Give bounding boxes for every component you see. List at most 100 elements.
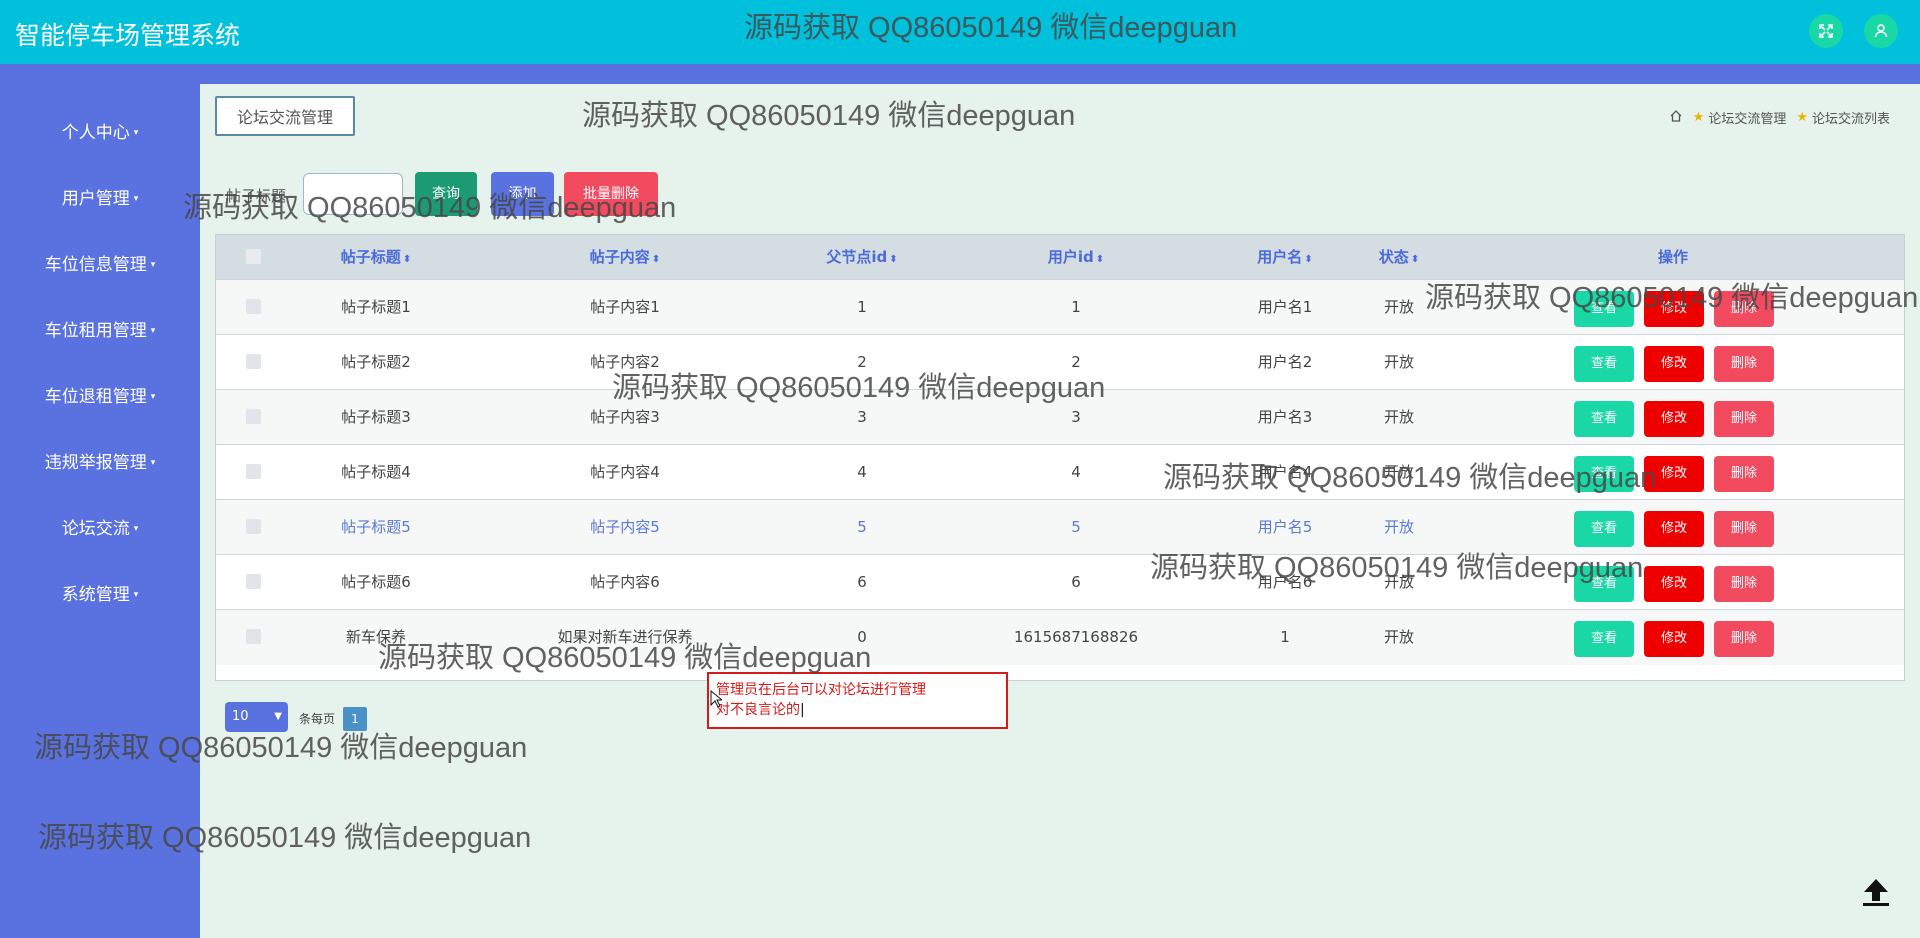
edit-button[interactable]: 修改 <box>1644 291 1704 327</box>
section-tag: 论坛交流管理 <box>215 96 355 136</box>
edit-button[interactable]: 修改 <box>1644 456 1704 492</box>
chevron-down-icon: ▾ <box>150 326 156 336</box>
cell-parent-id: 1 <box>857 298 867 316</box>
annotation-box[interactable]: 管理员在后台可以对论坛进行管理 对不良言论的| <box>707 672 1008 729</box>
delete-button[interactable]: 删除 <box>1714 621 1774 657</box>
cell-username: 用户名6 <box>1257 573 1313 591</box>
page-size-select[interactable]: 10 ▼ <box>225 702 288 732</box>
sidebar-item-space-rental[interactable]: 车位租用管理 ▾ <box>0 311 200 351</box>
sidebar-item-personal-center[interactable]: 个人中心 ▾ <box>0 113 200 153</box>
view-button[interactable]: 查看 <box>1574 621 1634 657</box>
per-page-label: 条每页 <box>299 712 336 726</box>
sidebar-item-space-return[interactable]: 车位退租管理 ▾ <box>0 377 200 417</box>
edit-button[interactable]: 修改 <box>1644 621 1704 657</box>
sidebar-item-label: 违规举报管理 <box>44 453 147 473</box>
fullscreen-icon[interactable] <box>1809 14 1843 48</box>
cell-parent-id: 5 <box>857 518 867 536</box>
cell-user-id: 2 <box>1071 353 1081 371</box>
cell-content: 帖子内容1 <box>590 298 660 316</box>
breadcrumb-item[interactable]: 论坛交流管理 <box>1708 108 1786 127</box>
sidebar-item-user-management[interactable]: 用户管理 ▾ <box>0 179 200 219</box>
star-icon: ★ <box>1796 110 1808 125</box>
column-header-status[interactable]: 状态 ⬍ <box>1379 235 1419 279</box>
edit-button[interactable]: 修改 <box>1644 511 1704 547</box>
table-header: 帖子标题 ⬍ 帖子内容 ⬍ 父节点id ⬍ 用户id ⬍ 用户名 ⬍ 状态 ⬍ 操作 <box>216 235 1904 279</box>
cell-parent-id: 0 <box>857 628 867 646</box>
table-row: 新车保养 如果对新车进行保养 0 1615687168826 1 开放 查看 修… <box>216 609 1904 665</box>
column-header-parent-id[interactable]: 父节点id ⬍ <box>826 235 897 279</box>
select-all-checkbox[interactable] <box>246 249 261 264</box>
search-input[interactable] <box>303 173 403 215</box>
annotation-line: 对不良言论的| <box>716 702 805 718</box>
cell-title: 帖子标题2 <box>341 353 411 371</box>
app-title: 智能停车场管理系统 <box>15 21 241 50</box>
cell-status: 开放 <box>1383 628 1415 646</box>
cell-username: 用户名3 <box>1257 408 1313 426</box>
search-label: 帖子标题 <box>226 187 287 205</box>
sidebar-item-label: 车位退租管理 <box>44 387 147 407</box>
cell-content: 帖子内容6 <box>590 573 660 591</box>
cell-content: 帖子内容3 <box>590 408 660 426</box>
sidebar-item-label: 系统管理 <box>61 585 130 605</box>
row-checkbox[interactable] <box>246 574 261 589</box>
view-button[interactable]: 查看 <box>1574 346 1634 382</box>
row-checkbox[interactable] <box>246 299 261 314</box>
page-size-value: 10 <box>232 709 249 724</box>
sidebar-item-space-info[interactable]: 车位信息管理 ▾ <box>0 245 200 285</box>
star-icon: ★ <box>1692 110 1705 125</box>
edit-button[interactable]: 修改 <box>1644 566 1704 602</box>
view-button[interactable]: 查看 <box>1574 291 1634 327</box>
cell-title: 帖子标题5 <box>341 518 411 536</box>
view-button[interactable]: 查看 <box>1574 511 1634 547</box>
delete-button[interactable]: 删除 <box>1714 511 1774 547</box>
delete-button[interactable]: 删除 <box>1714 291 1774 327</box>
cell-content: 如果对新车进行保养 <box>557 628 693 646</box>
column-header-username[interactable]: 用户名 ⬍ <box>1257 235 1312 279</box>
cell-status: 开放 <box>1383 573 1415 591</box>
row-checkbox[interactable] <box>246 464 261 479</box>
edit-button[interactable]: 修改 <box>1644 346 1704 382</box>
delete-button[interactable]: 删除 <box>1714 401 1774 437</box>
chevron-down-icon: ▾ <box>133 194 139 204</box>
table-row: 帖子标题3 帖子内容3 3 3 用户名3 开放 查看 修改 删除 <box>216 389 1904 445</box>
row-checkbox[interactable] <box>246 519 261 534</box>
cell-user-id: 1615687168826 <box>1013 628 1139 646</box>
view-button[interactable]: 查看 <box>1574 456 1634 492</box>
row-checkbox[interactable] <box>246 629 261 644</box>
table-row: 帖子标题5 帖子内容5 5 5 用户名5 开放 查看 修改 删除 <box>216 499 1904 555</box>
home-icon[interactable] <box>1669 109 1683 127</box>
edit-button[interactable]: 修改 <box>1644 401 1704 437</box>
batch-delete-button[interactable]: 批量删除 <box>564 172 658 216</box>
row-checkbox[interactable] <box>246 409 261 424</box>
cell-title: 帖子标题6 <box>341 573 411 591</box>
query-button[interactable]: 查询 <box>415 172 477 216</box>
cell-username: 1 <box>1280 628 1290 646</box>
column-header-actions: 操作 <box>1657 248 1689 266</box>
cell-parent-id: 6 <box>857 573 867 591</box>
add-button[interactable]: 添加 <box>491 172 554 216</box>
page-number-current[interactable]: 1 <box>343 707 367 731</box>
column-header-user-id[interactable]: 用户id ⬍ <box>1048 235 1104 279</box>
delete-button[interactable]: 删除 <box>1714 566 1774 602</box>
view-button[interactable]: 查看 <box>1574 566 1634 602</box>
cell-content: 帖子内容5 <box>590 518 660 536</box>
delete-button[interactable]: 删除 <box>1714 456 1774 492</box>
scroll-to-top-icon[interactable] <box>1858 874 1894 910</box>
user-icon[interactable] <box>1864 14 1898 48</box>
sidebar-item-forum[interactable]: 论坛交流 ▾ <box>0 509 200 549</box>
row-checkbox[interactable] <box>246 354 261 369</box>
view-button[interactable]: 查看 <box>1574 401 1634 437</box>
column-header-content[interactable]: 帖子内容 ⬍ <box>590 235 660 279</box>
delete-button[interactable]: 删除 <box>1714 346 1774 382</box>
table-row: 帖子标题1 帖子内容1 1 1 用户名1 开放 查看 修改 删除 <box>216 279 1904 335</box>
cell-user-id: 5 <box>1071 518 1081 536</box>
sidebar-item-label: 车位信息管理 <box>44 255 147 275</box>
cell-status: 开放 <box>1383 353 1415 371</box>
sidebar-item-system[interactable]: 系统管理 ▾ <box>0 575 200 615</box>
column-header-title[interactable]: 帖子标题 ⬍ <box>341 235 411 279</box>
cell-title: 帖子标题1 <box>341 298 411 316</box>
sidebar-item-violation-report[interactable]: 违规举报管理 ▾ <box>0 443 200 483</box>
chevron-down-icon: ▾ <box>150 458 156 468</box>
sidebar-item-label: 个人中心 <box>61 123 130 143</box>
cell-status: 开放 <box>1383 463 1415 481</box>
